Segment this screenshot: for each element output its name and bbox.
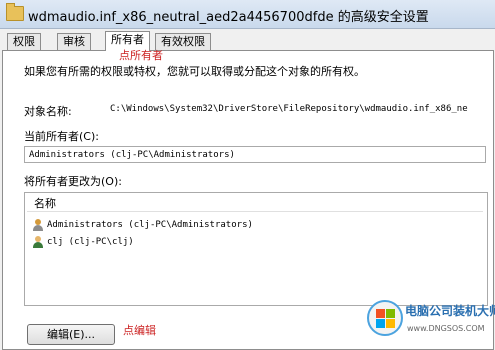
owner-name: clj (clj-PC\clj) [47,237,134,247]
user-icon [32,235,44,248]
list-item-clj[interactable]: clj (clj-PC\clj) [32,235,134,249]
object-name-label: 对象名称: [24,105,72,118]
edit-annotation: 点编辑 [123,324,156,337]
folder-icon [6,3,24,21]
watermark: 电脑公司装机大师 www.DNGSOS.COM [365,294,495,344]
change-owner-label: 将所有者更改为(O): [24,175,122,188]
list-header-name[interactable]: 名称 [27,196,483,212]
object-name-value: C:\Windows\System32\DriverStore\FileRepo… [110,104,468,114]
tab-strip: 权限 审核 所有者 有效权限 [0,31,495,51]
owner-tab-annotation: 点所有者 [119,49,163,62]
current-owner-label: 当前所有者(C): [24,130,99,143]
window-title: wdmaudio.inf_x86_neutral_aed2a4456700dfd… [28,10,429,25]
windows-logo-icon [367,300,403,336]
current-owner-field: Administrators (clj-PC\Administrators) [24,146,486,163]
tab-effective-permissions[interactable]: 有效权限 [155,33,211,50]
intro-text: 如果您有所需的权限或特权，您就可以取得或分配这个对象的所有权。 [24,65,365,78]
watermark-url: www.DNGSOS.COM [407,324,485,333]
tab-permissions[interactable]: 权限 [7,33,41,50]
title-bar: wdmaudio.inf_x86_neutral_aed2a4456700dfd… [0,0,495,29]
group-users-icon [32,218,44,231]
edit-button[interactable]: 编辑(E)... [27,324,115,345]
list-item-administrators[interactable]: Administrators (clj-PC\Administrators) [32,218,253,232]
owner-listbox[interactable]: 名称 Administrators (clj-PC\Administrators… [24,192,488,306]
owner-name: Administrators (clj-PC\Administrators) [47,220,253,230]
watermark-title: 电脑公司装机大师 [405,304,495,318]
tab-auditing[interactable]: 审核 [57,33,91,50]
